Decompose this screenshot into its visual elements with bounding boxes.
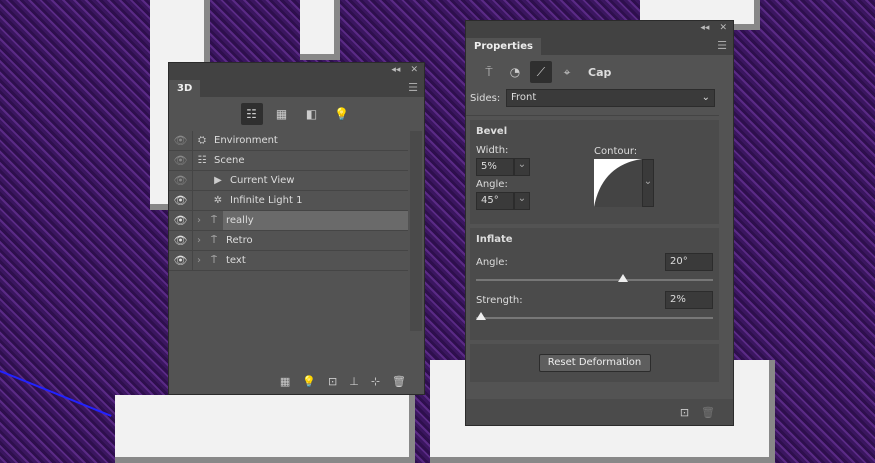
layer-list: 👁 ⛭ Environment 👁 ☷ Scene 👁 ▶ Current View 👁 ✲ Infi… [169,131,424,271]
bevel-heading: Bevel [476,126,508,137]
add-object-icon[interactable]: ⊹ [371,375,380,388]
layer-name: Infinite Light 1 [230,195,303,206]
ground-icon[interactable]: ⊥ [349,375,359,388]
layer-name: really [223,211,408,230]
angle-dropdown[interactable]: ⌄ [514,192,530,210]
layer-name: Scene [214,155,245,166]
visibility-eye-icon[interactable]: 👁 [169,191,193,210]
strength-input[interactable]: 2% [665,291,713,309]
3d-axis-line [0,370,112,417]
visibility-eye-icon[interactable]: 👁 [169,131,193,150]
sides-label: Sides: [470,92,501,104]
mesh-tab-icon[interactable]: ⍑ [478,61,500,83]
tab-3d[interactable]: 3D [169,80,201,97]
inflate-heading: Inflate [476,234,513,245]
add-light-icon[interactable]: 💡 [302,375,316,388]
layer-row[interactable]: 👁 ▶ Current View [169,171,408,191]
visibility-eye-icon[interactable]: 👁 [169,171,193,190]
expand-chevron-icon[interactable]: › [193,235,205,246]
contour-preview[interactable] [594,159,642,207]
visibility-eye-icon[interactable]: 👁 [169,211,193,230]
sides-select[interactable]: Front ⌄ [506,89,715,107]
scene-icon: ☷ [197,155,207,166]
reset-deformation-button[interactable]: Reset Deformation [538,354,651,372]
width-input[interactable]: 5% [476,158,514,176]
inflate-angle-slider[interactable] [476,274,713,282]
3d-letter [300,0,340,60]
mesh-icon: ⍑ [211,235,217,246]
contour-label: Contour: [594,146,638,157]
inflate-section: Inflate Angle: 20° Strength: 2% [470,228,719,340]
expand-chevron-icon[interactable]: › [193,215,205,226]
layer-row[interactable]: 👁 › ⍑ really [169,211,408,231]
close-button[interactable]: ✕ [410,65,418,75]
3d-panel: ◂◂ ✕ 3D ☰ ☷ ▦ ◧ 💡 👁 ⛭ Environment 👁 ☷ Scene 👁 ▶ Cu… [168,62,425,395]
layer-row[interactable]: 👁 ☷ Scene [169,151,408,171]
lights-filter-icon[interactable]: 💡 [331,103,353,125]
sides-value: Front [511,92,537,103]
strength-slider[interactable] [475,312,713,320]
properties-panel: ◂◂ ✕ Properties ☰ ⍑ ◔ ⟋ ⌖ Cap Sides: Front… [465,20,734,426]
layer-row[interactable]: 👁 ✲ Infinite Light 1 [169,191,408,211]
close-button[interactable]: ✕ [719,23,727,33]
collapse-button[interactable]: ◂◂ [391,65,400,75]
bevel-section: Bevel Width: 5% ⌄ Angle: 45° ⌄ Contour: ⌄ [470,120,719,224]
slider-thumb[interactable] [475,312,486,320]
3d-letter [115,395,415,463]
render-icon[interactable]: ⊡ [328,375,337,388]
cap-tab-icon[interactable]: ⟋ [530,61,552,83]
layer-name: Retro [226,235,253,246]
mesh-icon: ⍑ [211,215,217,226]
panel-menu-icon[interactable]: ☰ [408,81,418,94]
layer-row[interactable]: 👁 ⛭ Environment [169,131,408,151]
expand-chevron-icon[interactable]: › [193,255,205,266]
layer-row[interactable]: 👁 › ⍑ Retro [169,231,408,251]
contour-dropdown[interactable]: ⌄ [642,159,654,207]
width-dropdown[interactable]: ⌄ [514,158,530,176]
bevel-angle-input[interactable]: 45° [476,192,514,210]
collapse-button[interactable]: ◂◂ [700,23,709,33]
tab-properties[interactable]: Properties [466,38,541,55]
layer-row[interactable]: 👁 › ⍑ text [169,251,408,271]
coordinates-tab-icon[interactable]: ⌖ [556,61,578,83]
delete-icon[interactable]: 🗑 [392,375,406,388]
light-icon: ✲ [213,195,223,206]
visibility-eye-icon[interactable]: 👁 [169,231,193,250]
layer-name: text [226,255,246,266]
meshes-filter-icon[interactable]: ▦ [271,103,293,125]
visibility-eye-icon[interactable]: 👁 [169,151,193,170]
add-mesh-icon[interactable]: ▦ [280,375,290,388]
mesh-icon: ⍑ [211,255,217,266]
chevron-down-icon: ⌄ [701,92,710,103]
visibility-eye-icon[interactable]: 👁 [169,251,193,270]
materials-filter-icon[interactable]: ◧ [301,103,323,125]
panel-menu-icon[interactable]: ☰ [717,39,727,52]
inflate-angle-label: Angle: [476,256,508,268]
mode-label: Cap [588,65,612,79]
strength-label: Strength: [476,294,523,306]
delete-icon: 🗑 [701,405,715,419]
deform-tab-icon[interactable]: ◔ [504,61,526,83]
slider-thumb[interactable] [617,274,628,282]
layer-name: Environment [214,135,278,146]
layer-name: Current View [230,175,295,186]
inflate-angle-input[interactable]: 20° [665,253,713,271]
render-icon[interactable]: ⊡ [680,406,689,419]
environment-icon: ⛭ [198,135,206,146]
scrollbar[interactable] [410,131,422,331]
camera-icon: ▶ [214,175,222,186]
whole-scene-filter-icon[interactable]: ☷ [240,103,263,125]
